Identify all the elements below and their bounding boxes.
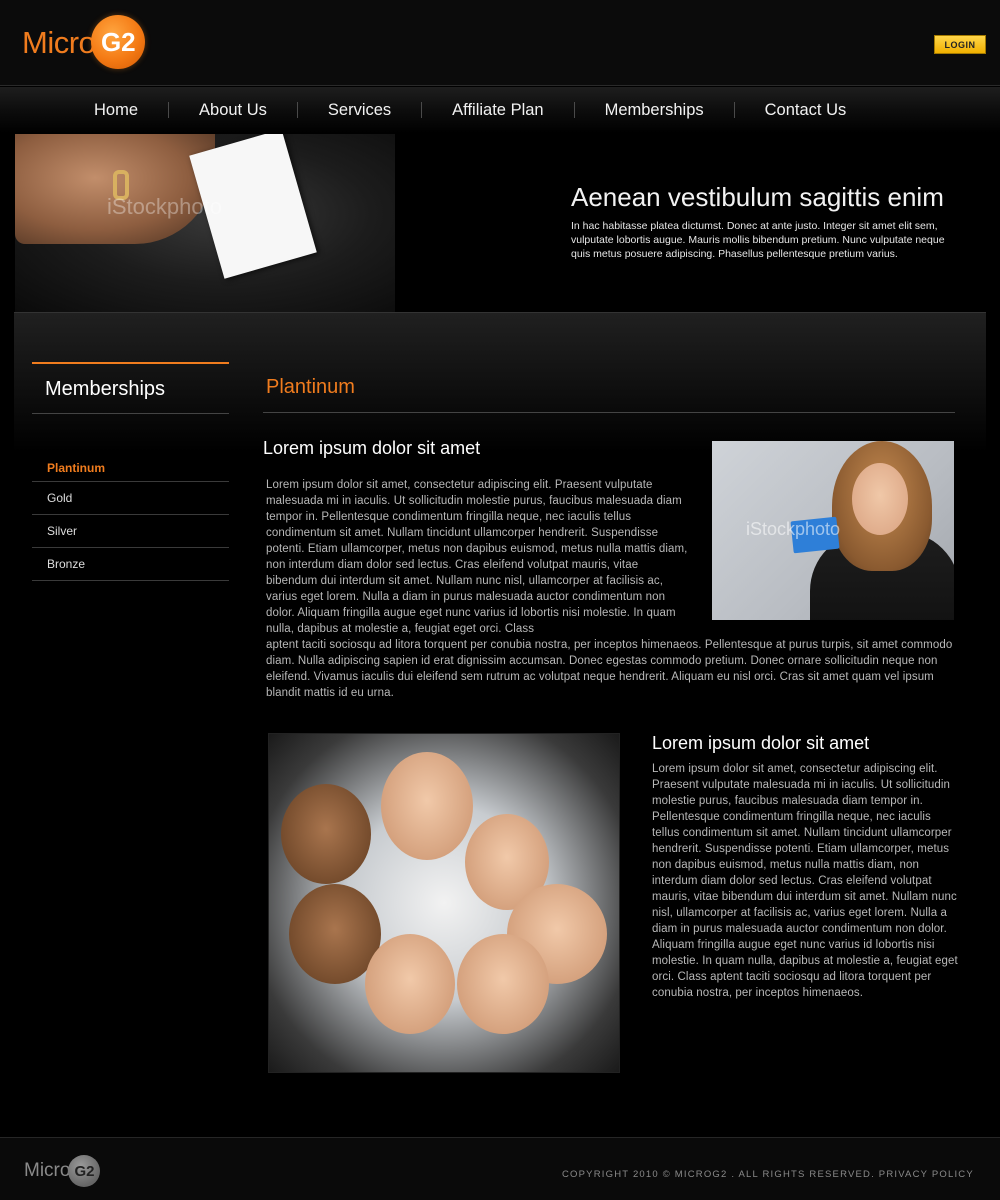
footer-logo-badge: G2 <box>68 1155 101 1187</box>
site-footer: Micro G2 COPYRIGHT 2010 © MICROG2 . ALL … <box>0 1137 1000 1200</box>
sidebar-title: Memberships <box>32 364 229 414</box>
sidebar-item-gold[interactable]: Gold <box>32 482 229 515</box>
nav-item-contact-us[interactable]: Contact Us <box>735 87 877 133</box>
banner-title: Aenean vestibulum sagittis enim <box>571 182 944 212</box>
privacy-policy-link[interactable]: PRIVACY POLICY <box>879 1169 974 1180</box>
section1-text: Lorem ipsum dolor sit amet, consectetur … <box>266 479 688 635</box>
face-shape <box>365 934 455 1034</box>
logo-badge: G2 <box>91 15 146 69</box>
main-nav: Home About Us Services Affiliate Plan Me… <box>0 87 1000 133</box>
photo1-watermark: iStockphoto <box>746 519 841 539</box>
sidebar-item-bronze[interactable]: Bronze <box>32 548 229 581</box>
banner-watermark: iStockphoto <box>107 194 222 219</box>
copyright-text: COPYRIGHT 2010 © MICROG2 . ALL RIGHTS RE… <box>562 1169 875 1180</box>
section1-text-continued: aptent taciti sociosqu ad litora torquen… <box>266 639 953 699</box>
face-shape <box>457 934 549 1034</box>
section2-heading: Lorem ipsum dolor sit amet <box>652 733 870 753</box>
banner-photo: iStockphoto <box>15 134 395 312</box>
footer-logo-text: Micro <box>24 1160 71 1181</box>
footer-logo[interactable]: Micro G2 <box>24 1155 101 1187</box>
section2-text: Lorem ipsum dolor sit amet, consectetur … <box>652 763 958 999</box>
face-shape <box>381 752 473 860</box>
nav-item-about-us[interactable]: About Us <box>169 87 297 133</box>
title-divider <box>263 412 955 413</box>
site-header: Micro G2 LOGIN <box>0 0 1000 86</box>
sidebar-list: Plantinum Gold Silver Bronze <box>32 454 229 581</box>
sidebar-item-plantinum[interactable]: Plantinum <box>32 454 229 482</box>
login-button[interactable]: LOGIN <box>934 35 986 54</box>
page-title: Plantinum <box>266 376 355 398</box>
team-huddle-photo <box>268 733 620 1073</box>
nav-item-services[interactable]: Services <box>298 87 421 133</box>
site-logo[interactable]: Micro G2 <box>22 15 146 69</box>
nav-item-affiliate-plan[interactable]: Affiliate Plan <box>422 87 573 133</box>
photo1-face-shape <box>852 463 908 535</box>
nav-item-memberships[interactable]: Memberships <box>575 87 734 133</box>
hero-banner: iStockphoto Aenean vestibulum sagittis e… <box>15 134 985 312</box>
section1-heading: Lorem ipsum dolor sit amet <box>263 438 481 458</box>
sidebar: Memberships Plantinum Gold Silver Bronze <box>32 362 229 581</box>
footer-copyright-line: COPYRIGHT 2010 © MICROG2 . ALL RIGHTS RE… <box>562 1169 974 1180</box>
face-shape <box>281 784 371 884</box>
nav-item-home[interactable]: Home <box>64 87 168 133</box>
sidebar-item-silver[interactable]: Silver <box>32 515 229 548</box>
logo-text: Micro <box>22 24 96 60</box>
woman-with-card-photo: iStockphoto <box>712 441 954 620</box>
banner-text: In hac habitasse platea dictumst. Donec … <box>571 220 945 260</box>
